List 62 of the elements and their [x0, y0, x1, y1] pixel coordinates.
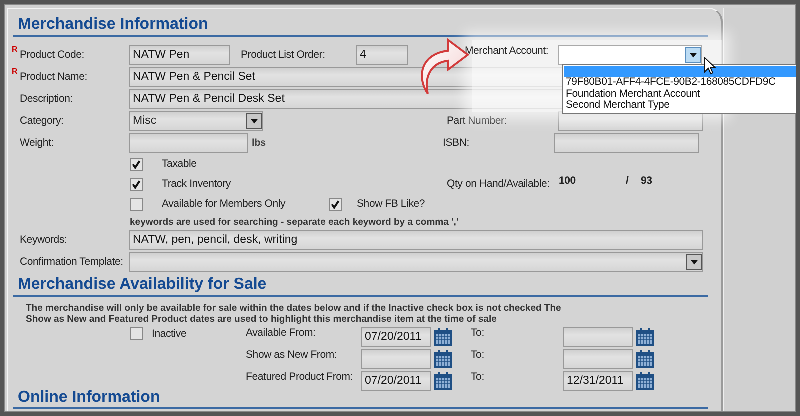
calendar-icon[interactable] [433, 327, 453, 347]
field-label: Qty on Hand/Available: [447, 178, 551, 190]
date-field[interactable] [361, 349, 431, 369]
date-field[interactable] [563, 349, 633, 369]
required-mark: R [12, 45, 19, 55]
caret-icon [250, 118, 258, 124]
field-label: Keywords: [20, 234, 68, 246]
quantity-value: 100 [559, 175, 577, 187]
checkbox-label: Inactive [152, 328, 187, 340]
keywords-hint: keywords are used for searching - separate each keyword by a comma ',' [130, 217, 460, 228]
field-label: Part Number: [447, 115, 508, 127]
checkbox[interactable] [130, 327, 143, 340]
calendar-icon[interactable] [635, 349, 655, 369]
section-heading: Online Information [13, 389, 708, 409]
calendar-icon[interactable] [433, 371, 453, 391]
caret-icon [690, 52, 696, 58]
section-heading: Merchandise Information [13, 15, 708, 37]
calendar-icon[interactable] [635, 327, 655, 347]
checkbox[interactable] [329, 198, 342, 210]
availability-note: The merchandise will only be available for sale within the dates below and if the Inactive check box is not checked The Show as New and Featured Product dates are used to highlight this merchandise item at the time of sale [26, 303, 562, 325]
field-label: To: [471, 349, 486, 361]
section-heading: Merchandise Availability for Sale [13, 275, 708, 297]
required-mark: R [12, 67, 19, 77]
checkbox[interactable] [130, 198, 143, 210]
checkbox[interactable] [130, 158, 143, 170]
keywords-field[interactable]: NATW, pen, pencil, desk, writing [129, 230, 703, 250]
product-code-field[interactable]: NATW Pen [129, 45, 230, 65]
category-select[interactable]: Misc [129, 111, 263, 131]
date-field[interactable]: 07/20/2011 [361, 327, 431, 347]
calendar-icon[interactable] [635, 371, 655, 391]
field-label: To: [471, 327, 486, 339]
calendar-icon[interactable] [433, 349, 453, 369]
checkbox[interactable] [130, 178, 143, 190]
checkbox-label: Show FB Like? [357, 198, 426, 210]
field-label: Available From: [246, 327, 317, 339]
separator: / [626, 175, 630, 187]
field-label: Product Code: [20, 49, 86, 61]
checkbox-label: Track Inventory [162, 178, 232, 190]
field-label: Product List Order: [241, 49, 326, 61]
list-order-field[interactable]: 4 [356, 45, 408, 65]
unit-label: lbs [252, 138, 267, 148]
caret-icon [690, 260, 698, 264]
field-label: Show as New From: [246, 349, 338, 361]
checkbox-label: Available for Members Only [162, 198, 287, 210]
field-label: Description: [20, 93, 74, 105]
isbn-field[interactable] [554, 133, 699, 153]
merchant-account-select[interactable] [558, 45, 702, 65]
date-field[interactable]: 12/31/2011 [563, 371, 633, 391]
field-label: ISBN: [443, 137, 470, 149]
field-label: Weight: [20, 137, 56, 149]
quantity-value: 93 [641, 175, 652, 187]
field-label: Merchant Account: [465, 45, 550, 57]
date-field[interactable]: 07/20/2011 [361, 371, 431, 391]
field-label: To: [471, 371, 486, 383]
dropdown-button[interactable] [685, 47, 701, 63]
field-label: Product Name: [20, 71, 88, 83]
weight-field[interactable] [129, 133, 248, 153]
field-label: Category: [20, 115, 65, 127]
checkbox-label: Taxable [162, 158, 197, 170]
field-label: Featured Product From: [246, 371, 354, 383]
field-label: Confirmation Template: [20, 256, 124, 268]
date-field[interactable] [563, 327, 633, 347]
